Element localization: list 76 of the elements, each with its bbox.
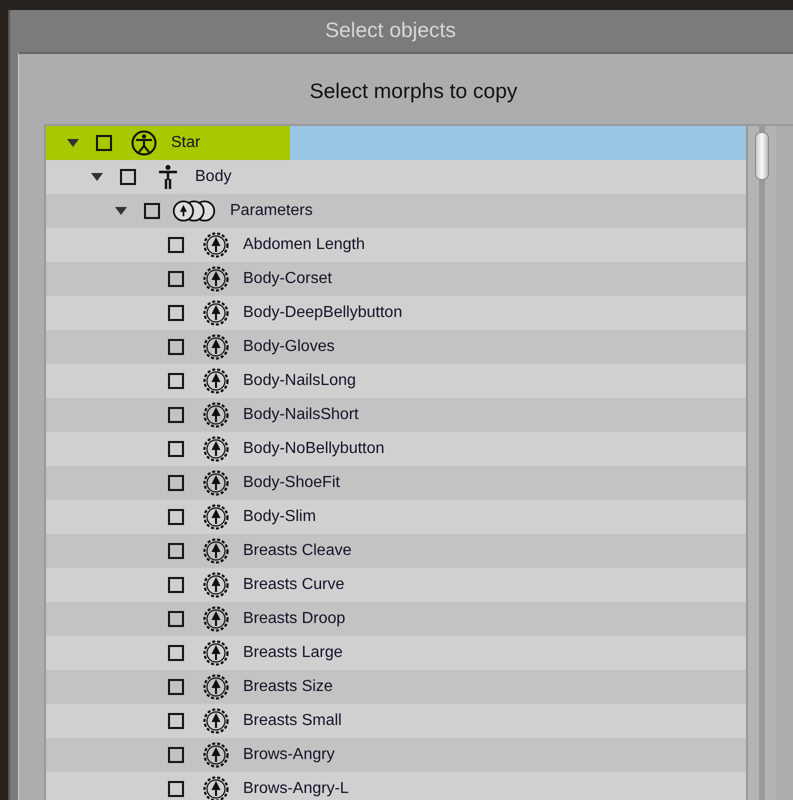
checkbox[interactable] [168, 781, 184, 797]
checkbox[interactable] [168, 305, 184, 321]
tree-item-label: Body-NailsShort [243, 406, 359, 424]
dial-icon [203, 674, 229, 700]
checkbox[interactable] [168, 373, 184, 389]
tree-row[interactable]: Body [46, 160, 746, 194]
tree-item-label: Star [171, 134, 200, 152]
checkbox[interactable] [168, 645, 184, 661]
dials-icon [172, 199, 216, 223]
dial-icon [203, 368, 229, 394]
checkbox[interactable] [168, 679, 184, 695]
tree-item-label: Brows-Angry-L [243, 780, 349, 798]
checkbox[interactable] [144, 203, 160, 219]
tree-item-label: Body-DeepBellybutton [243, 304, 402, 322]
checkbox[interactable] [168, 441, 184, 457]
tree-item-label: Breasts Size [243, 678, 333, 696]
tree-item-label: Body-Corset [243, 270, 332, 288]
dial-icon [203, 470, 229, 496]
window-title: Select objects [325, 19, 456, 43]
tree-item-label: Body-ShoeFit [243, 474, 340, 492]
tree-item-label: Body-NoBellybutton [243, 440, 384, 458]
figure-in-circle-icon [131, 130, 157, 156]
tree-item-label: Breasts Droop [243, 610, 346, 628]
scrollbar-thumb[interactable] [755, 132, 769, 180]
checkbox[interactable] [120, 169, 136, 185]
tree-row[interactable]: Body-Slim [46, 500, 746, 534]
checkbox[interactable] [168, 611, 184, 627]
tree-item-label: Breasts Curve [243, 576, 344, 594]
tree-item-label: Body [195, 168, 232, 186]
tree-item-label: Breasts Small [243, 712, 342, 730]
tree-item-label: Brows-Angry [243, 746, 335, 764]
dialog-heading: Select morphs to copy [308, 80, 518, 104]
checkbox[interactable] [168, 543, 184, 559]
tree-item-label: Breasts Large [243, 644, 343, 662]
dial-icon [203, 300, 229, 326]
tree-row[interactable]: Brows-Angry-L [46, 772, 746, 800]
dial-icon [203, 776, 229, 800]
dial-icon [203, 606, 229, 632]
dial-icon [203, 708, 229, 734]
dial-icon [203, 402, 229, 428]
checkbox[interactable] [168, 271, 184, 287]
expand-arrow-icon[interactable] [66, 138, 80, 148]
tree-item-label: Body-NailsLong [243, 372, 356, 390]
checkbox[interactable] [168, 747, 184, 763]
dial-icon [203, 266, 229, 292]
tree-item-label: Parameters [230, 202, 313, 220]
tree-row[interactable]: Abdomen Length [46, 228, 746, 262]
checkbox[interactable] [168, 237, 184, 253]
tree-row[interactable]: Breasts Large [46, 636, 746, 670]
dial-icon [203, 232, 229, 258]
expand-arrow-icon[interactable] [114, 206, 128, 216]
tree-item-label: Body-Slim [243, 508, 316, 526]
dial-icon [203, 334, 229, 360]
dial-icon [203, 436, 229, 462]
dial-icon [203, 640, 229, 666]
checkbox[interactable] [168, 577, 184, 593]
checkbox[interactable] [168, 509, 184, 525]
dial-icon [203, 572, 229, 598]
dial-icon [203, 538, 229, 564]
checkbox[interactable] [168, 407, 184, 423]
checkbox[interactable] [168, 713, 184, 729]
checkbox[interactable] [96, 135, 112, 151]
dial-icon [203, 742, 229, 768]
tree-item-label: Body-Gloves [243, 338, 335, 356]
expand-arrow-icon[interactable] [90, 172, 104, 182]
tree-item-label: Abdomen Length [243, 236, 365, 254]
tree-row[interactable]: Breasts Small [46, 704, 746, 738]
tree-item-label: Breasts Cleave [243, 542, 352, 560]
checkbox[interactable] [168, 339, 184, 355]
dial-icon [203, 504, 229, 530]
tree-row[interactable]: Star [46, 126, 746, 160]
tree-row[interactable]: Body-DeepBellybutton [46, 296, 746, 330]
checkbox[interactable] [168, 475, 184, 491]
tree-row[interactable]: Body-NoBellybutton [46, 432, 746, 466]
tree-row[interactable]: Body-NailsLong [46, 364, 746, 398]
tree-row[interactable]: Breasts Curve [46, 568, 746, 602]
